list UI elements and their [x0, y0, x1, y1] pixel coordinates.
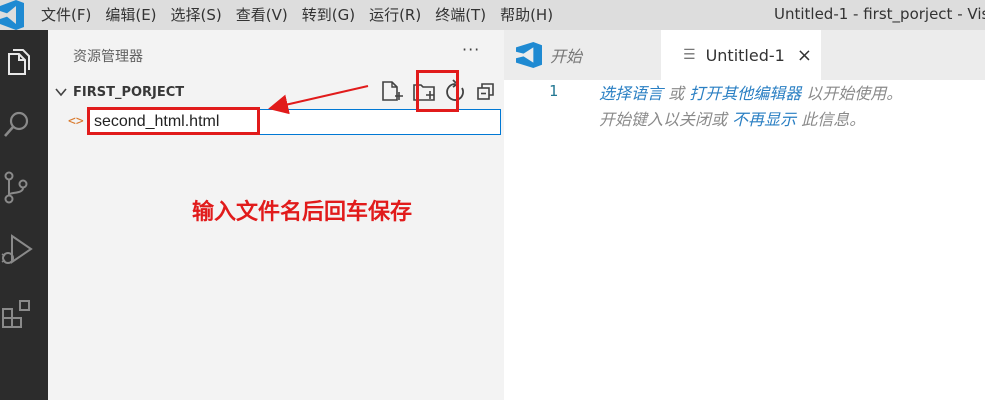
source-control-icon[interactable]	[0, 168, 34, 206]
line-number: 1	[549, 82, 559, 100]
text-file-icon: ☰	[683, 47, 696, 63]
hint2-text-2: 此信息。	[796, 110, 866, 129]
chevron-down-icon[interactable]	[54, 85, 68, 99]
vscode-logo-icon	[0, 0, 24, 30]
menu-view[interactable]: 查看(V)	[229, 0, 295, 30]
tab-untitled[interactable]: ☰ Untitled-1 ×	[661, 30, 821, 80]
editor-area[interactable]: 1 选择语言 或 打开其他编辑器 以开始使用。 开始键入以关闭或 不再显示 此信…	[504, 80, 985, 400]
tab-untitled-label: Untitled-1	[705, 45, 785, 65]
open-other-editor-link[interactable]: 打开其他编辑器	[689, 84, 801, 103]
tab-start-label: 开始	[550, 47, 583, 66]
collapse-all-icon[interactable]	[473, 76, 499, 106]
more-actions-icon[interactable]: ···	[462, 40, 480, 59]
html-file-icon: <>	[68, 114, 84, 129]
close-icon[interactable]: ×	[797, 45, 812, 66]
menu-run[interactable]: 运行(R)	[362, 0, 428, 30]
editor-hint-line-2: 开始键入以关闭或 不再显示 此信息。	[599, 106, 865, 130]
editor-tab-bar: 开始 ☰ Untitled-1 ×	[504, 30, 985, 80]
activity-bar	[0, 30, 48, 400]
menu-help[interactable]: 帮助(H)	[493, 0, 560, 30]
run-debug-icon[interactable]	[0, 230, 34, 268]
highlight-box-filename	[87, 107, 260, 135]
menu-terminal[interactable]: 终端(T)	[428, 0, 493, 30]
explorer-title: 资源管理器	[73, 49, 143, 65]
highlight-box-new-file	[416, 70, 459, 112]
hint1-text-1: 或	[663, 84, 690, 103]
annotation-text: 输入文件名后回车保存	[192, 200, 413, 225]
dont-show-again-link[interactable]: 不再显示	[732, 110, 796, 129]
title-bar: 文件(F) 编辑(E) 选择(S) 查看(V) 转到(G) 运行(R) 终端(T…	[0, 0, 985, 30]
search-icon[interactable]	[0, 106, 34, 144]
window-title: Untitled-1 - first_porject - Visu	[774, 5, 985, 23]
hint1-text-2: 以开始使用。	[801, 84, 903, 103]
explorer-sidebar: 资源管理器 ··· FIRST_PORJECT <> 输入文件名后回车保存	[48, 30, 504, 400]
menu-selection[interactable]: 选择(S)	[164, 0, 229, 30]
tab-start[interactable]: 开始	[504, 30, 661, 80]
menu-file[interactable]: 文件(F)	[34, 0, 98, 30]
select-language-link[interactable]: 选择语言	[599, 84, 663, 103]
explorer-icon[interactable]	[0, 44, 34, 82]
new-file-icon[interactable]	[378, 76, 404, 106]
editor-hint-line-1: 选择语言 或 打开其他编辑器 以开始使用。	[599, 80, 902, 104]
menu-bar: 文件(F) 编辑(E) 选择(S) 查看(V) 转到(G) 运行(R) 终端(T…	[34, 0, 560, 30]
menu-go[interactable]: 转到(G)	[295, 0, 362, 30]
hint2-text-1: 开始键入以关闭或	[599, 110, 733, 129]
extensions-icon[interactable]	[0, 296, 34, 334]
vscode-tab-icon	[516, 42, 542, 68]
project-folder-header[interactable]: FIRST_PORJECT	[73, 85, 184, 100]
menu-edit[interactable]: 编辑(E)	[98, 0, 163, 30]
